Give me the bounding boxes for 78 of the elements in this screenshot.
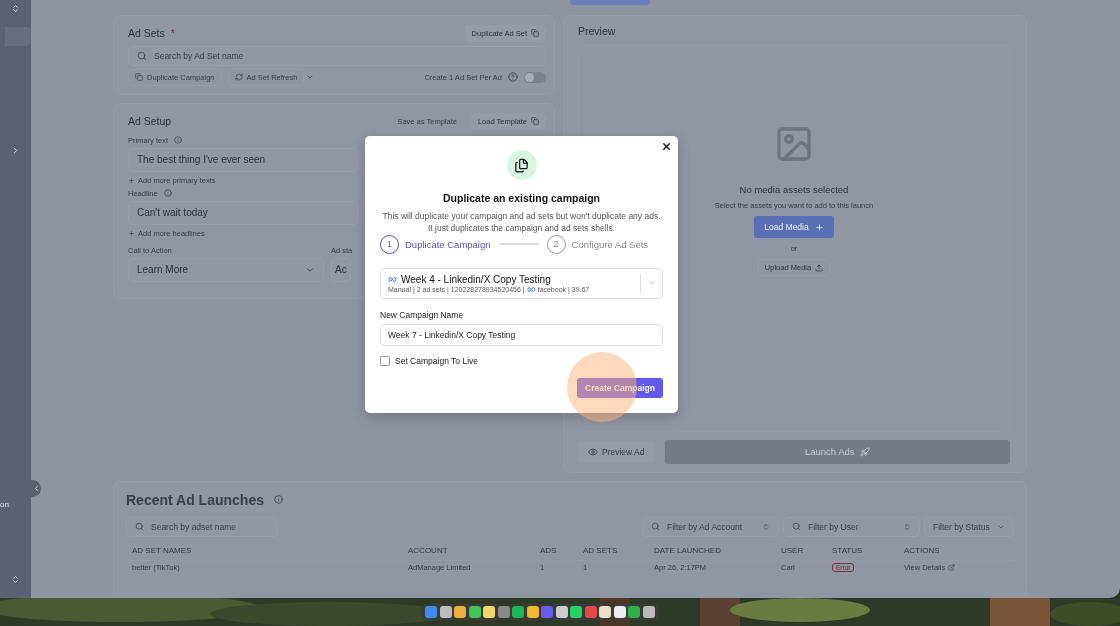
section-title: Preview: [578, 24, 617, 37]
help-icon: [508, 72, 518, 83]
primary-text-field[interactable]: The best thing I've ever seen: [128, 147, 358, 172]
refresh-icon: [234, 73, 243, 82]
app-icon[interactable]: [468, 606, 481, 618]
column-header: AD SET NAMES: [132, 545, 193, 555]
collapse-button[interactable]: [31, 480, 41, 497]
copy-icon: [135, 73, 143, 82]
plus-icon: [128, 229, 135, 237]
plus-icon: [814, 222, 824, 232]
search-icon: [792, 522, 801, 532]
filter-field[interactable]: Filter by User: [783, 516, 920, 537]
sidebar-label: on: [0, 500, 9, 509]
sort-icon: [903, 522, 911, 531]
column-header: ACCOUNT: [408, 545, 449, 555]
app-icon[interactable]: [454, 606, 467, 618]
load-media-button[interactable]: Load Media: [754, 216, 834, 239]
column-header: STATUS: [832, 545, 864, 555]
app-icon[interactable]: [613, 606, 626, 618]
info-icon: [273, 495, 283, 505]
required-mark: *: [170, 27, 175, 39]
filter-field[interactable]: Filter by Ad Account: [642, 516, 779, 537]
app-icon[interactable]: [439, 606, 452, 618]
rocket-icon: [859, 446, 870, 457]
step-indicator[interactable]: 2 Configure Ad Sets: [546, 234, 649, 254]
upload-icon: [815, 263, 824, 272]
section-title: Ad Sets: [128, 27, 165, 40]
field-label: New Campaign Name: [380, 309, 464, 320]
section-title: Ad Setup: [128, 115, 172, 128]
info-icon: [174, 136, 182, 145]
sort-icon[interactable]: [11, 4, 20, 13]
section-title: Recent Ad Launches: [126, 491, 264, 508]
plus-icon: [128, 176, 135, 184]
dialog-title: Duplicate an existing campaign: [443, 192, 600, 204]
external-link-icon: [948, 564, 956, 572]
close-button[interactable]: [661, 141, 672, 152]
column-header: AD SETS: [583, 545, 619, 555]
app-icon[interactable]: [628, 606, 641, 618]
search-icon: [137, 50, 147, 61]
app-icon[interactable]: [599, 606, 612, 618]
call-to-action-select[interactable]: Learn More: [128, 257, 324, 282]
campaign-name: Week 4 - Linkedin/X Copy Testing: [401, 273, 551, 285]
launch-ads-button[interactable]: Launch Ads: [664, 439, 1010, 464]
search-field[interactable]: Search by adset name: [126, 516, 278, 537]
copy-icon: [531, 29, 539, 38]
copy-icon: [506, 150, 537, 180]
column-header: ACTIONS: [904, 545, 941, 555]
infinity-icon: [526, 286, 536, 292]
dialog-description: This will duplicate your campaign and ad sets but won't duplicate any ads. It just duplicates the campaign and ad sets shells.: [381, 210, 662, 235]
chevron-right-icon[interactable]: [11, 146, 20, 155]
status-select[interactable]: Ac: [331, 257, 351, 282]
search-icon: [651, 522, 660, 532]
infinity-icon: [388, 276, 397, 282]
live-checkbox[interactable]: Set Campaign To Live: [380, 355, 478, 366]
campaign-name-field[interactable]: Week 7 - Linkedin/X Copy Testing: [380, 323, 663, 346]
status-filter-select[interactable]: Filter by Status: [924, 516, 1014, 537]
toggle-switch[interactable]: [524, 71, 546, 83]
sort-icon: [762, 522, 770, 531]
app-icon[interactable]: [570, 606, 583, 618]
sort-icon[interactable]: [11, 575, 20, 584]
preview-ad-button[interactable]: Preview Ad: [578, 440, 655, 463]
column-header: DATE LAUNCHED: [654, 545, 722, 555]
headline-field[interactable]: Can't wait today: [128, 200, 358, 225]
app-icon[interactable]: [512, 606, 525, 618]
search-field[interactable]: Search by Ad Set name: [128, 45, 546, 66]
column-header: USER: [781, 545, 805, 555]
app-icon[interactable]: [526, 606, 539, 618]
search-icon: [135, 522, 144, 532]
empty-title: No media assets selected: [739, 184, 849, 196]
step-indicator[interactable]: 1 Duplicate Campaign: [380, 234, 491, 254]
copy-icon: [531, 117, 539, 126]
info-icon: [163, 189, 172, 198]
column-header: ADS: [540, 545, 558, 555]
close-icon: [661, 141, 672, 152]
app-icon[interactable]: [555, 606, 568, 618]
app-icon[interactable]: [642, 606, 655, 618]
eye-icon: [588, 446, 598, 457]
app-icon[interactable]: [483, 606, 496, 618]
